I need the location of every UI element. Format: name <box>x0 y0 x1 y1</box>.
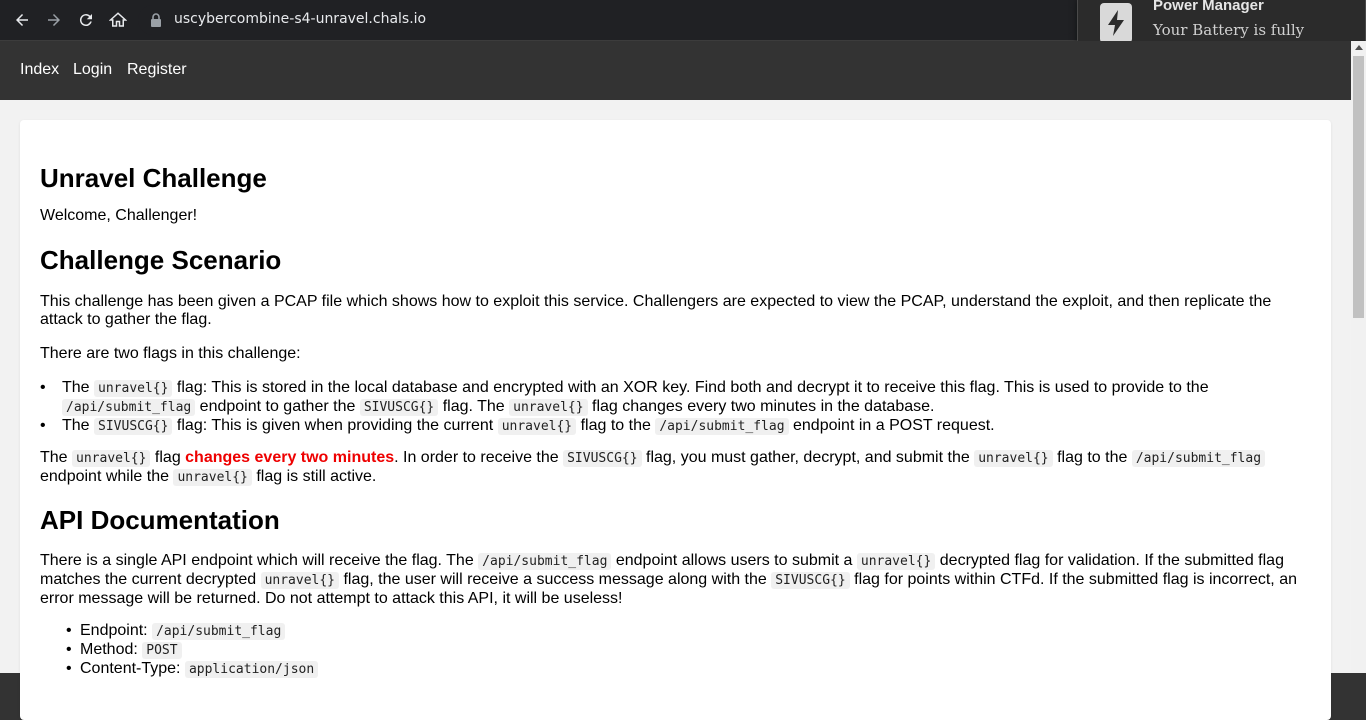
code-snippet: /api/submit_flag <box>478 553 612 570</box>
code-snippet: unravel{} <box>974 450 1053 467</box>
method-value: POST <box>142 642 182 659</box>
text: endpoint to gather the <box>195 398 360 415</box>
reload-icon[interactable] <box>74 8 98 32</box>
notification-title: Power Manager <box>1153 0 1264 14</box>
battery-charge-icon <box>1100 3 1132 43</box>
code-snippet: SIVUSCG{} <box>94 418 173 435</box>
code-snippet: unravel{} <box>94 380 173 397</box>
list-item: Endpoint: /api/submit_flag <box>40 622 1312 641</box>
text: The <box>40 449 73 466</box>
code-snippet: /api/submit_flag <box>62 399 196 416</box>
text: flag changes every two minutes in the da… <box>587 398 935 415</box>
scroll-thumb[interactable] <box>1353 56 1364 318</box>
endpoint-value: /api/submit_flag <box>152 623 286 640</box>
text: The <box>62 379 95 396</box>
two-flags-text: There are two flags in this challenge: <box>40 345 301 362</box>
flag-note: The unravel{} flag changes every two min… <box>40 449 1312 487</box>
code-snippet: unravel{} <box>72 450 151 467</box>
back-icon[interactable] <box>10 8 34 32</box>
scenario-heading: Challenge Scenario <box>40 245 282 275</box>
text: flag, the user will receive a success me… <box>339 571 772 588</box>
code-snippet: SIVUSCG{} <box>359 399 439 416</box>
text: endpoint allows users to submit a <box>611 552 857 569</box>
welcome-text: Welcome, Challenger! <box>40 207 198 224</box>
url-text[interactable]: uscybercombine-s4-unravel.chals.io <box>174 11 426 27</box>
text: flag. The <box>438 398 510 415</box>
text: flag to the <box>576 417 656 434</box>
text: flag: This is stored in the local databa… <box>172 379 1209 396</box>
list-item: The unravel{} flag: This is stored in th… <box>40 379 1312 417</box>
content-type-label: Content-Type: <box>80 660 185 677</box>
code-snippet: SIVUSCG{} <box>563 450 642 467</box>
code-snippet: unravel{} <box>509 399 588 416</box>
api-heading: API Documentation <box>40 505 280 535</box>
page-title: Unravel Challenge <box>40 163 267 193</box>
content-type-value: application/json <box>184 661 319 678</box>
text: flag is still active. <box>251 468 377 485</box>
flags-list: The unravel{} flag: This is stored in th… <box>40 379 1312 436</box>
code-snippet: unravel{} <box>173 469 252 486</box>
code-snippet: unravel{} <box>856 553 936 570</box>
method-label: Method: <box>80 641 143 658</box>
text: The <box>62 417 95 434</box>
home-icon[interactable] <box>106 8 130 32</box>
text: endpoint in a POST request. <box>788 417 995 434</box>
code-snippet: unravel{} <box>260 572 340 589</box>
code-snippet: /api/submit_flag <box>1131 450 1266 467</box>
text: . In order to receive the <box>394 449 564 466</box>
text: flag <box>150 449 186 466</box>
text: flag, you must gather, decrypt, and subm… <box>641 449 975 466</box>
code-snippet: /api/submit_flag <box>655 418 789 435</box>
code-snippet: unravel{} <box>497 418 577 435</box>
code-snippet: SIVUSCG{} <box>771 572 850 589</box>
nav-register-link[interactable]: Register <box>127 61 187 79</box>
address-bar[interactable]: uscybercombine-s4-unravel.chals.io <box>138 5 1078 35</box>
warning-text: changes every two minutes <box>185 449 395 466</box>
forward-icon[interactable] <box>42 8 66 32</box>
text: endpoint while the <box>40 468 174 485</box>
api-details-list: Endpoint: /api/submit_flag Method: POST … <box>40 622 1312 679</box>
list-item: The SIVUSCG{} flag: This is given when p… <box>40 417 1312 436</box>
nav-index-link[interactable]: Index <box>20 61 59 79</box>
list-item: Method: POST <box>40 641 1312 660</box>
text: flag: This is given when providing the c… <box>172 417 498 434</box>
text: There is a single API endpoint which wil… <box>40 552 479 569</box>
nav-login-link[interactable]: Login <box>73 61 112 79</box>
page-scrollbar[interactable] <box>1351 41 1366 673</box>
endpoint-label: Endpoint: <box>80 622 153 639</box>
scenario-text: This challenge has been given a PCAP fil… <box>40 293 1272 328</box>
list-item: Content-Type: application/json <box>40 660 1312 679</box>
site-navbar: Index Login Register <box>0 41 1351 100</box>
scroll-up-arrow-icon[interactable] <box>1355 45 1363 50</box>
api-text: There is a single API endpoint which wil… <box>40 552 1312 608</box>
text: flag to the <box>1052 449 1132 466</box>
lock-icon[interactable] <box>150 13 162 32</box>
